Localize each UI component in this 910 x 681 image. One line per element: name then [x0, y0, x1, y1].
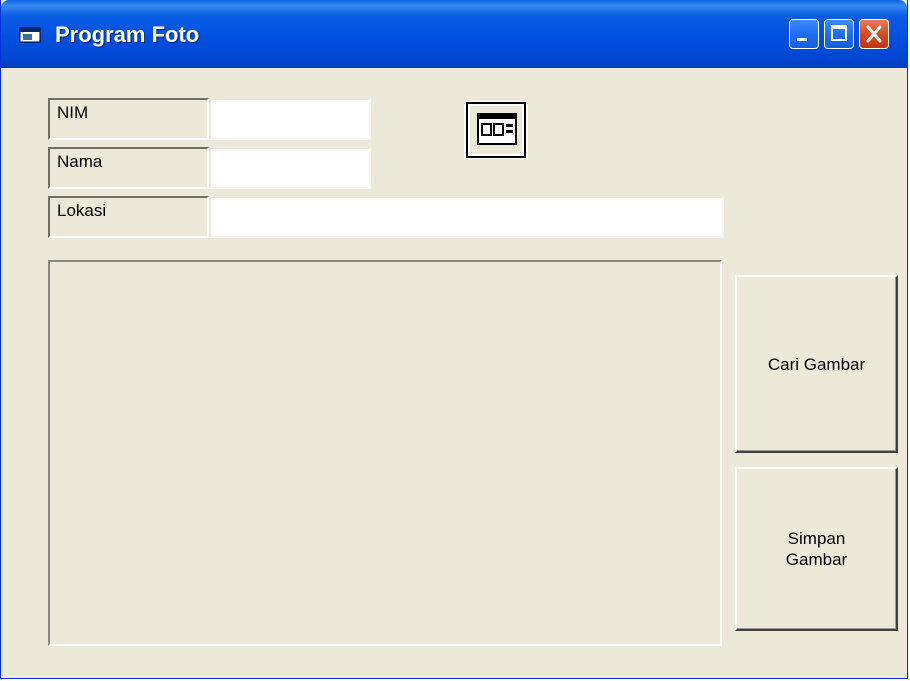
- nim-label: NIM: [48, 98, 209, 140]
- simpan-gambar-button[interactable]: Simpan Gambar: [735, 467, 898, 631]
- program-foto-window: Program Foto NIM Nama Lokasi Cari Gambar…: [0, 0, 908, 679]
- form-client-area: NIM Nama Lokasi Cari Gambar Simpan Gamba…: [4, 68, 906, 676]
- close-icon: [866, 25, 882, 43]
- form-icon: [19, 27, 41, 43]
- window-title: Program Foto: [55, 22, 200, 47]
- minimize-button[interactable]: [789, 19, 819, 49]
- minimize-icon: [797, 38, 807, 41]
- cari-gambar-button[interactable]: Cari Gambar: [735, 275, 898, 453]
- common-dialog-control-icon: [466, 102, 526, 158]
- simpan-gambar-label: Simpan Gambar: [785, 529, 848, 569]
- image-picture-box: [48, 260, 722, 646]
- nim-input[interactable]: [209, 98, 371, 140]
- nama-label: Nama: [48, 147, 209, 189]
- maximize-icon: [831, 25, 847, 41]
- lokasi-label: Lokasi: [48, 196, 209, 238]
- title-bar[interactable]: Program Foto: [1, 0, 907, 68]
- close-button[interactable]: [859, 19, 889, 49]
- cari-gambar-label: Cari Gambar: [767, 354, 866, 374]
- nama-input[interactable]: [209, 147, 371, 189]
- lokasi-input[interactable]: [209, 196, 724, 238]
- common-dialog-control[interactable]: [464, 101, 528, 159]
- maximize-button[interactable]: [824, 19, 854, 49]
